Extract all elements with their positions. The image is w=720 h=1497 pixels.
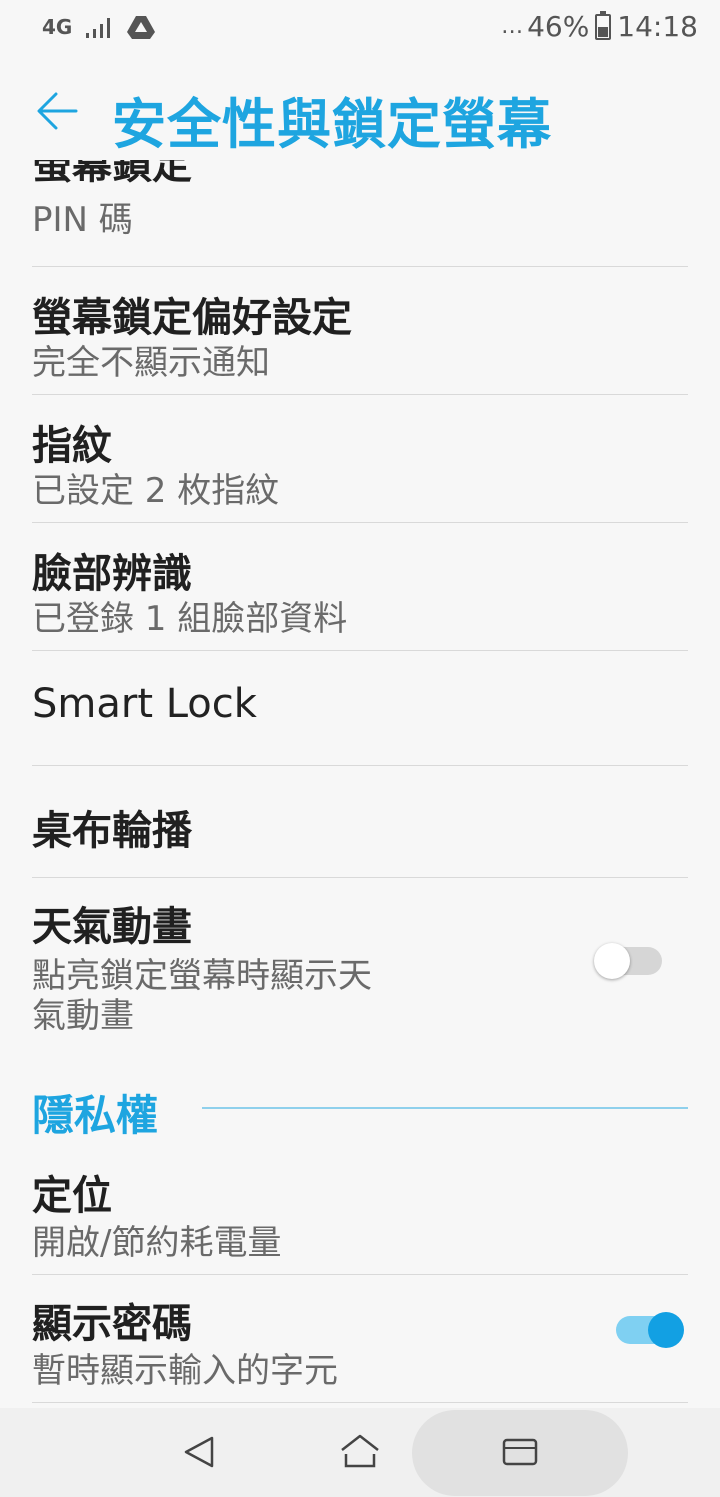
network-type: 4G: [42, 15, 73, 39]
toggle-thumb: [594, 943, 630, 979]
item-title: 桌布輪播: [32, 808, 192, 854]
item-summary: 完全不顯示通知: [32, 343, 270, 383]
app-bar: 安全性與鎖定螢幕: [0, 62, 720, 162]
battery-percent: 46%: [527, 10, 590, 43]
list-item-show-password[interactable]: 顯示密碼 暫時顯示輸入的字元: [32, 1275, 688, 1403]
list-item-wallpaper-slideshow[interactable]: 桌布輪播: [32, 766, 688, 878]
item-summary: 暫時顯示輸入的字元: [32, 1351, 338, 1391]
item-summary: 已登錄 1 組臉部資料: [32, 599, 348, 639]
more-indicator: …: [501, 14, 524, 39]
item-title: 定位: [32, 1173, 112, 1219]
signal-icon: [86, 18, 111, 38]
item-title: 螢幕鎖定: [32, 160, 192, 188]
status-bar: 4G … 46% 14:18: [0, 0, 720, 60]
item-summary: 已設定 2 枚指紋: [32, 471, 280, 511]
page-title: 安全性與鎖定螢幕: [112, 93, 552, 156]
list-item-smart-lock[interactable]: Smart Lock: [32, 651, 688, 766]
back-arrow-icon[interactable]: [34, 88, 80, 134]
list-item-face-recognition[interactable]: 臉部辨識 已登錄 1 組臉部資料: [32, 523, 688, 651]
toggle-thumb: [648, 1312, 684, 1348]
nav-back-icon[interactable]: [176, 1428, 224, 1476]
item-title: 天氣動畫: [32, 904, 192, 950]
section-title: 隱私權: [32, 1091, 159, 1140]
list-item-weather-animation[interactable]: 天氣動畫 點亮鎖定螢幕時顯示天 氣動畫: [32, 878, 688, 1048]
list-item-location[interactable]: 定位 開啟/節約耗電量: [32, 1147, 688, 1275]
list-item-screen-lock[interactable]: 螢幕鎖定 PIN 碼: [32, 160, 688, 267]
status-left: 4G: [42, 14, 156, 40]
section-header-privacy: 隱私權: [32, 1082, 688, 1140]
navigation-bar: [0, 1408, 720, 1497]
item-summary: PIN 碼: [32, 200, 133, 240]
nav-recents-icon[interactable]: [496, 1428, 544, 1476]
item-title: 顯示密碼: [32, 1301, 192, 1347]
item-summary: 開啟/節約耗電量: [32, 1223, 282, 1263]
clock: 14:18: [617, 10, 698, 43]
drive-icon: [127, 16, 156, 39]
list-item-fingerprint[interactable]: 指紋 已設定 2 枚指紋: [32, 395, 688, 523]
item-title: Smart Lock: [32, 681, 257, 727]
nav-home-icon[interactable]: [336, 1428, 384, 1476]
list-item-lock-screen-preferences[interactable]: 螢幕鎖定偏好設定 完全不顯示通知: [32, 267, 688, 395]
section-divider: [202, 1107, 688, 1109]
weather-animation-toggle[interactable]: [594, 943, 664, 979]
show-password-toggle[interactable]: [614, 1312, 684, 1348]
status-right: … 46% 14:18: [501, 10, 698, 43]
battery-icon: [595, 10, 612, 40]
item-summary-line2: 氣動畫: [32, 996, 134, 1036]
